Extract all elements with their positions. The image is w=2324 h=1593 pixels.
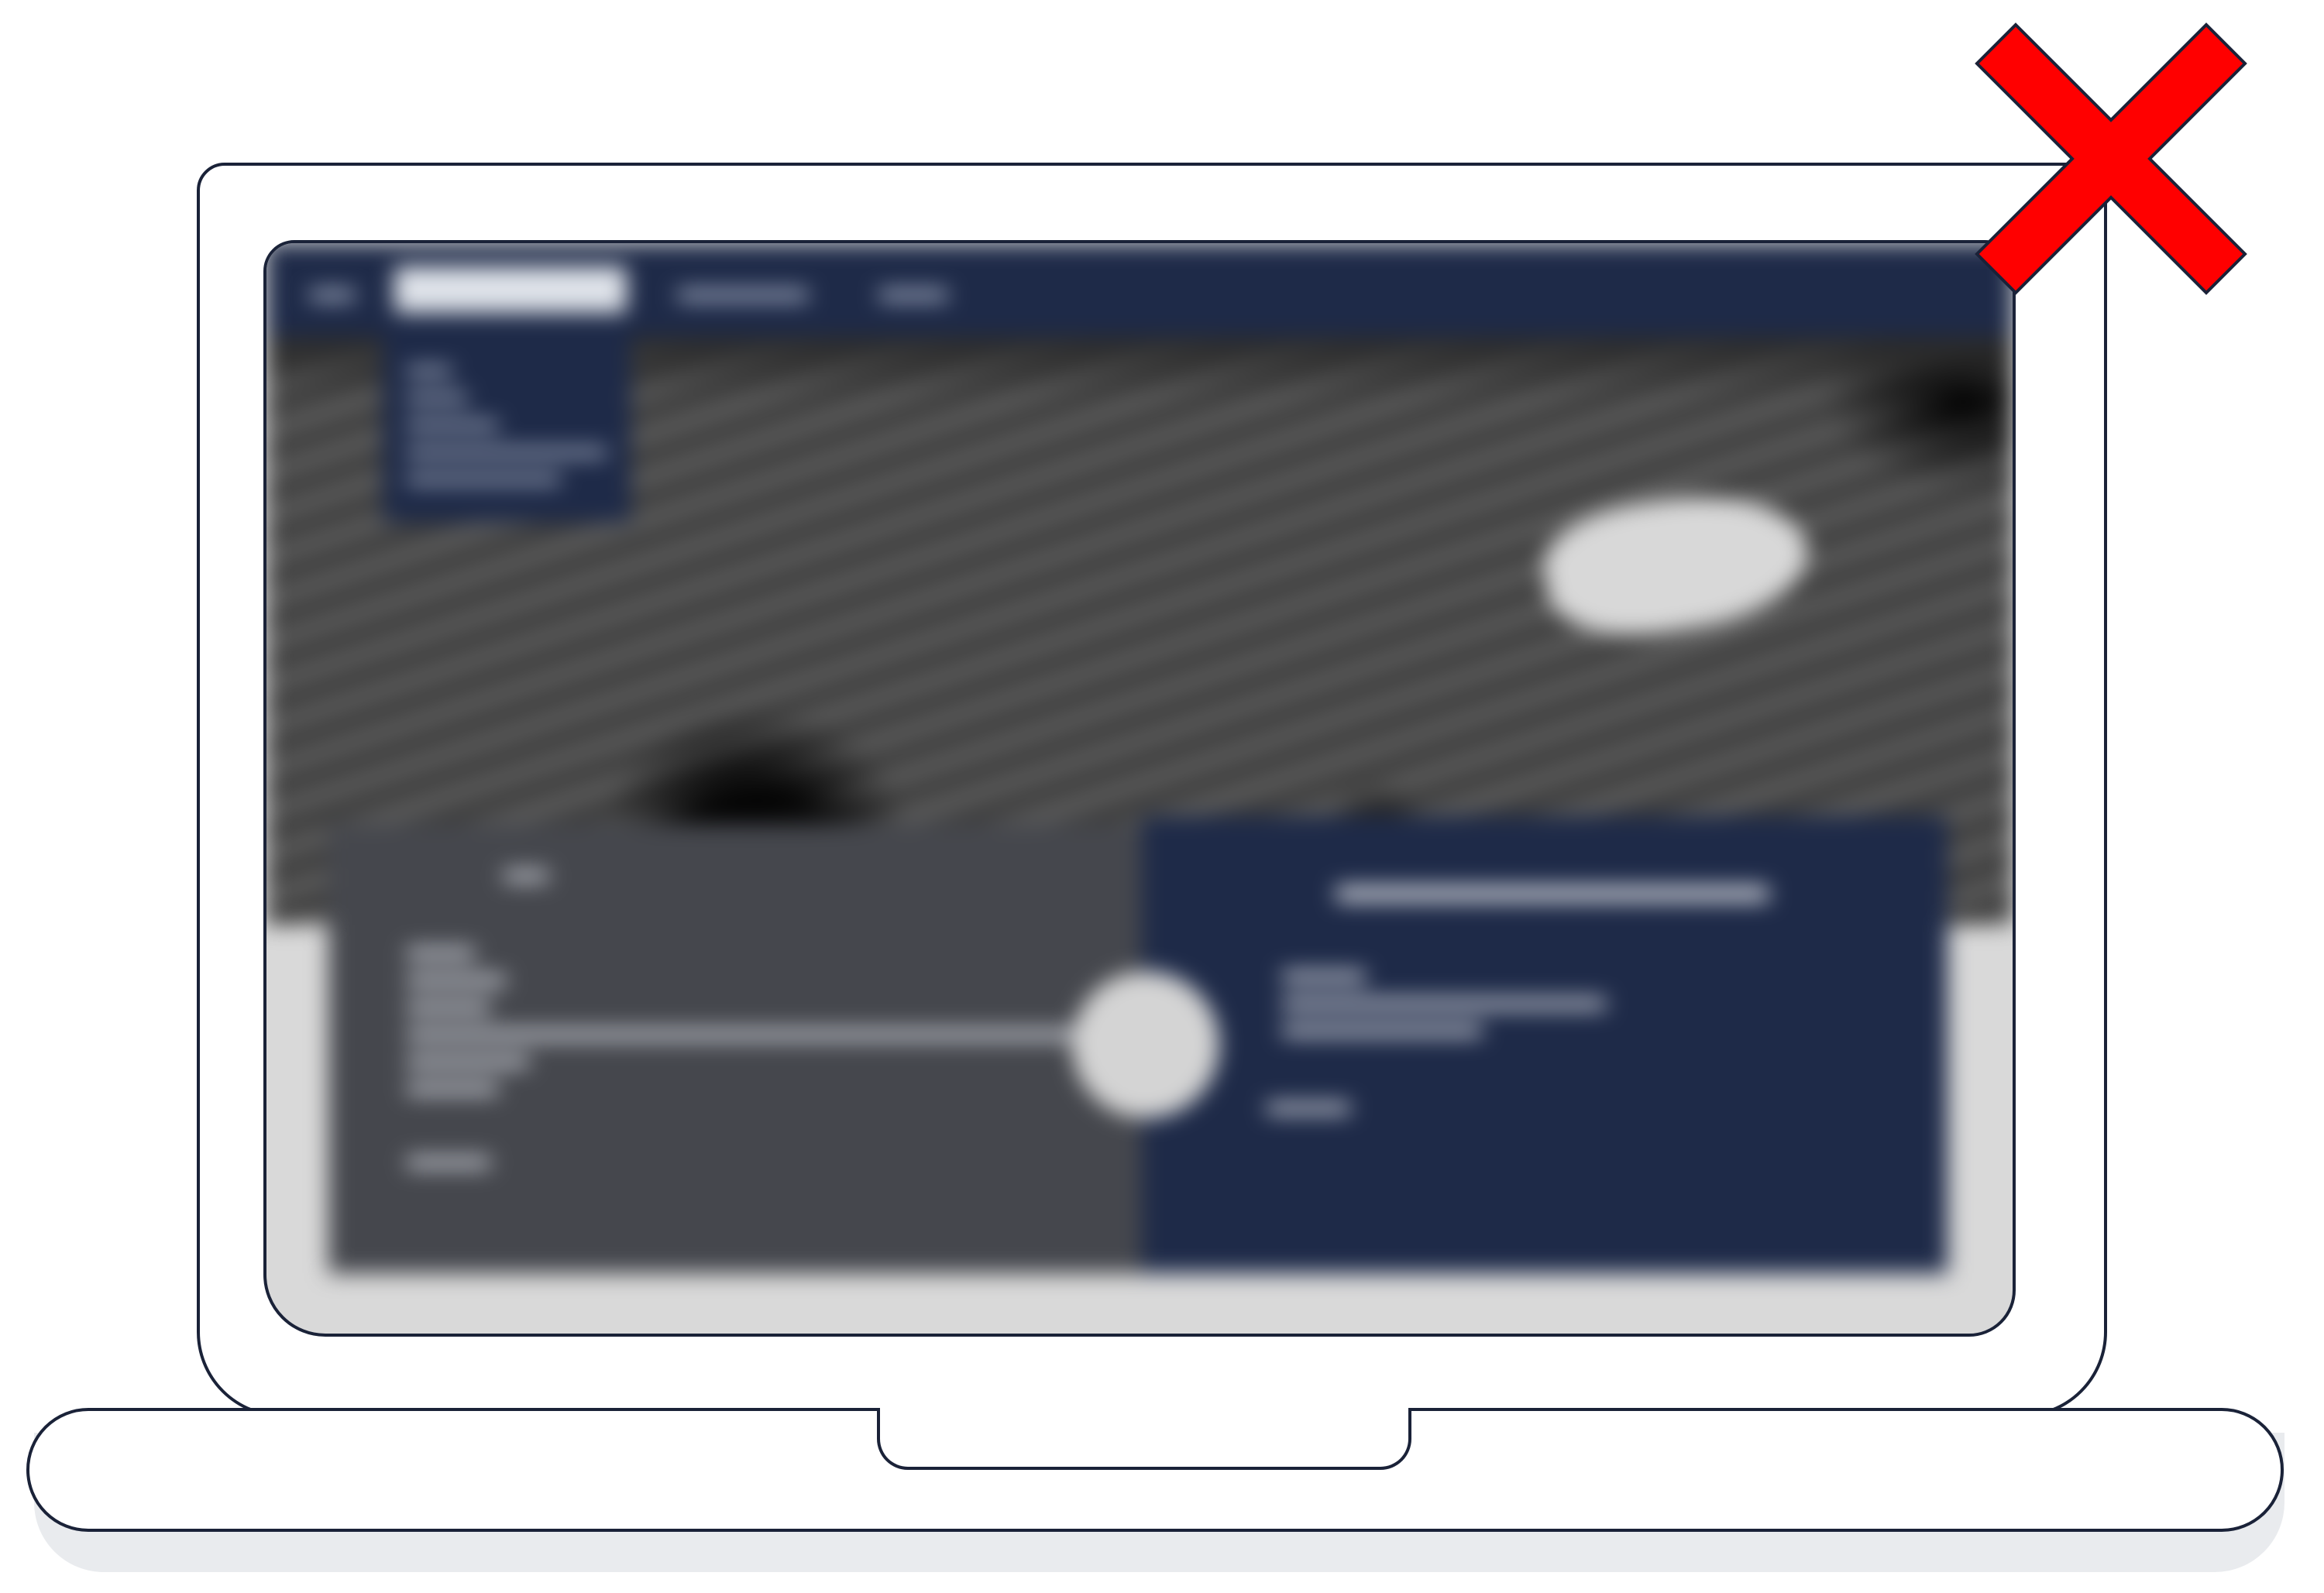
dropdown-item xyxy=(406,475,561,483)
text-placeholder xyxy=(406,948,476,959)
text-placeholder xyxy=(1281,971,1367,982)
dropdown-item xyxy=(406,448,607,456)
link-placeholder xyxy=(406,1157,491,1168)
close-x-icon xyxy=(1975,22,2247,295)
laptop-opening-notch xyxy=(877,1408,1411,1470)
link-placeholder xyxy=(1266,1103,1351,1114)
dropdown-item xyxy=(406,367,452,375)
text-placeholder xyxy=(1281,998,1607,1009)
text-placeholder xyxy=(406,975,507,986)
nav-item-3 xyxy=(677,290,809,300)
avatar xyxy=(1072,971,1219,1118)
text-placeholder xyxy=(406,1056,530,1067)
dropdown-item xyxy=(406,421,499,429)
text-placeholder xyxy=(406,1029,1088,1040)
blurred-website xyxy=(266,243,2013,1334)
dropdown-menu xyxy=(383,336,631,522)
illustration-stage xyxy=(0,0,2324,1593)
text-placeholder xyxy=(503,870,549,881)
dropdown-item xyxy=(406,394,468,402)
text-placeholder xyxy=(406,1083,499,1094)
website-nav-bar xyxy=(266,243,2013,336)
nav-item-active xyxy=(394,266,627,313)
nav-item-4 xyxy=(878,290,948,300)
content-panel-right xyxy=(1142,816,1948,1273)
laptop-screen xyxy=(263,240,2016,1337)
text-placeholder xyxy=(1281,1025,1483,1036)
nav-item-1 xyxy=(309,290,356,300)
heading-placeholder xyxy=(1336,886,1769,901)
text-placeholder xyxy=(406,1002,491,1013)
content-panel-left xyxy=(328,824,1150,1273)
